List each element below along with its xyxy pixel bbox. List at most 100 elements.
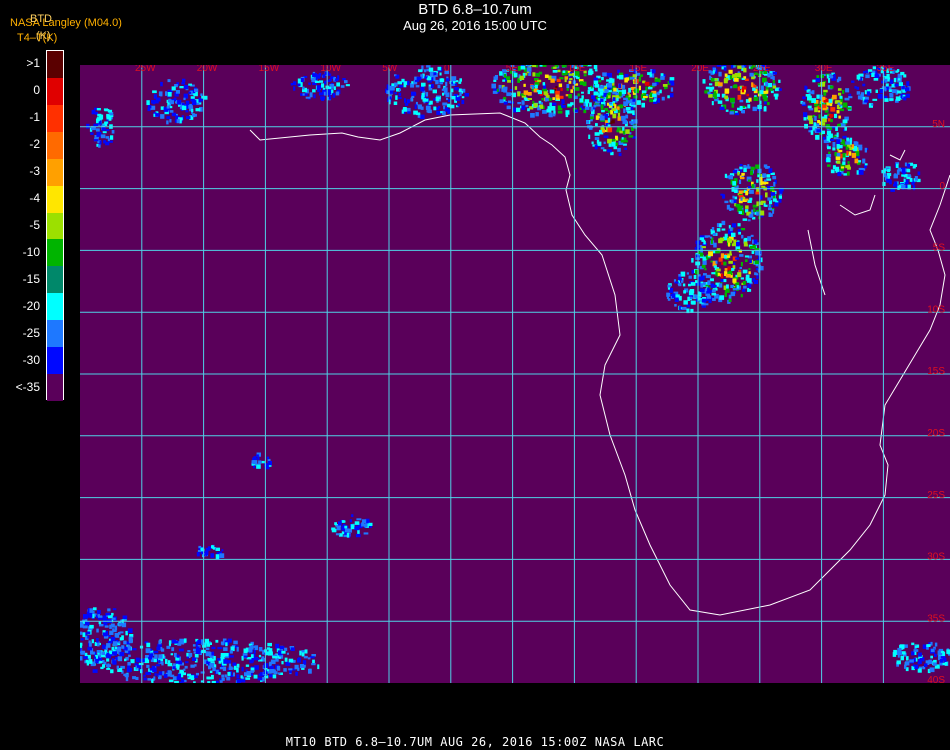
cloud-pixel <box>597 97 601 101</box>
cloud-pixel <box>827 164 831 167</box>
cloud-pixel <box>836 143 840 149</box>
cloud-pixel <box>902 172 906 175</box>
cloud-pixel <box>233 640 238 645</box>
cloud-pixel <box>337 75 340 81</box>
cloud-pixel <box>756 211 759 216</box>
cloud-pixel <box>912 185 916 191</box>
cloud-pixel <box>755 273 759 276</box>
cloud-pixel <box>165 658 168 664</box>
cloud-pixel <box>636 100 641 105</box>
cloud-pixel <box>117 646 122 651</box>
cloud-pixel <box>944 662 948 666</box>
cloud-pixel <box>640 94 643 99</box>
cloud-pixel <box>712 298 716 301</box>
cloud-pixel <box>871 103 874 106</box>
cloud-pixel <box>181 82 186 85</box>
cloud-pixel <box>593 65 598 70</box>
cloud-pixel <box>539 65 543 67</box>
cloud-pixel <box>893 649 897 655</box>
cloud-pixel <box>187 650 191 652</box>
cloud-pixel <box>176 654 180 658</box>
cloud-pixel <box>182 78 186 82</box>
lat-label: 5N <box>932 119 945 130</box>
cloud-pixel <box>113 641 118 646</box>
cloud-pixel <box>729 227 733 232</box>
cloud-pixel <box>589 102 592 107</box>
cloud-pixel <box>680 271 686 277</box>
cloud-pixel <box>163 674 168 678</box>
cloud-pixel <box>290 647 295 651</box>
cloud-pixel <box>95 661 99 664</box>
cloud-pixel <box>814 107 818 113</box>
cloud-pixel <box>437 84 441 89</box>
colorbar-tick-label: -30 <box>22 352 40 367</box>
cloud-pixel <box>542 82 546 86</box>
cloud-pixel <box>139 658 145 662</box>
cloud-pixel <box>901 184 906 188</box>
cloud-pixel <box>603 149 607 152</box>
cloud-pixel <box>158 654 163 659</box>
cloud-pixel <box>207 681 211 683</box>
cloud-pixel <box>748 271 751 275</box>
cloud-pixel <box>90 132 94 135</box>
satellite-map[interactable]: 25W 20W 15W 10W 5W 0 5E 10E 15E 20E 25E 30E 35E 5N 0 5S… <box>80 65 950 683</box>
cloud-pixel <box>407 111 411 114</box>
cloud-pixel <box>846 137 850 141</box>
cloud-pixel <box>416 112 421 116</box>
cloud-pixel <box>82 625 88 629</box>
cloud-pixel <box>740 293 743 298</box>
cloud-pixel <box>255 454 259 457</box>
cloud-pixel <box>169 106 173 109</box>
cloud-pixel <box>847 164 851 168</box>
cloud-pixel <box>186 116 191 120</box>
cloud-pixel <box>411 81 414 84</box>
cloud-pixel <box>733 239 737 245</box>
cloud-pixel <box>107 138 110 142</box>
cloud-pixel <box>198 97 202 103</box>
cloud-pixel <box>905 87 910 92</box>
cloud-pixel <box>848 93 852 96</box>
cloud-pixel <box>519 75 525 80</box>
cloud-pixel <box>824 110 829 113</box>
cloud-pixel <box>87 647 93 651</box>
cloud-pixel <box>743 167 747 173</box>
cloud-pixel <box>313 94 316 99</box>
cloud-pixel <box>747 236 751 242</box>
cloud-pixel <box>647 87 653 90</box>
cloud-pixel <box>551 102 557 106</box>
cloud-pixel <box>254 665 259 670</box>
cloud-pixel <box>732 195 735 199</box>
cloud-pixel <box>913 164 917 167</box>
cloud-pixel <box>727 238 731 243</box>
cloud-pixel <box>864 96 869 100</box>
cloud-pixel <box>701 298 707 303</box>
cloud-pixel <box>718 238 723 244</box>
cloud-pixel <box>588 134 591 139</box>
cloud-pixel <box>891 89 897 94</box>
cloud-pixel <box>753 239 758 244</box>
cloud-pixel <box>243 655 248 658</box>
cloud-pixel <box>116 665 119 670</box>
cloud-pixel <box>895 70 899 73</box>
cloud-pixel <box>410 97 413 102</box>
cloud-pixel <box>503 89 507 93</box>
cloud-pixel <box>80 631 83 635</box>
cloud-pixel <box>900 71 905 76</box>
cloud-pixel <box>204 550 209 555</box>
cloud-pixel <box>830 118 833 123</box>
cloud-pixel <box>440 111 443 114</box>
cloud-pixel <box>158 675 162 678</box>
cloud-pixel <box>840 166 845 169</box>
cloud-pixel <box>732 85 738 89</box>
cloud-pixel <box>926 644 931 647</box>
cloud-pixel <box>760 90 764 95</box>
cloud-pixel <box>865 74 870 79</box>
cloud-pixel <box>742 281 746 285</box>
cloud-pixel <box>236 646 239 652</box>
cloud-pixel <box>946 649 950 654</box>
cloud-pixel <box>590 106 594 112</box>
cloud-pixel <box>89 659 93 664</box>
cloud-pixel <box>802 96 806 100</box>
cloud-pixel <box>334 522 337 526</box>
cloud-pixel <box>299 650 302 656</box>
